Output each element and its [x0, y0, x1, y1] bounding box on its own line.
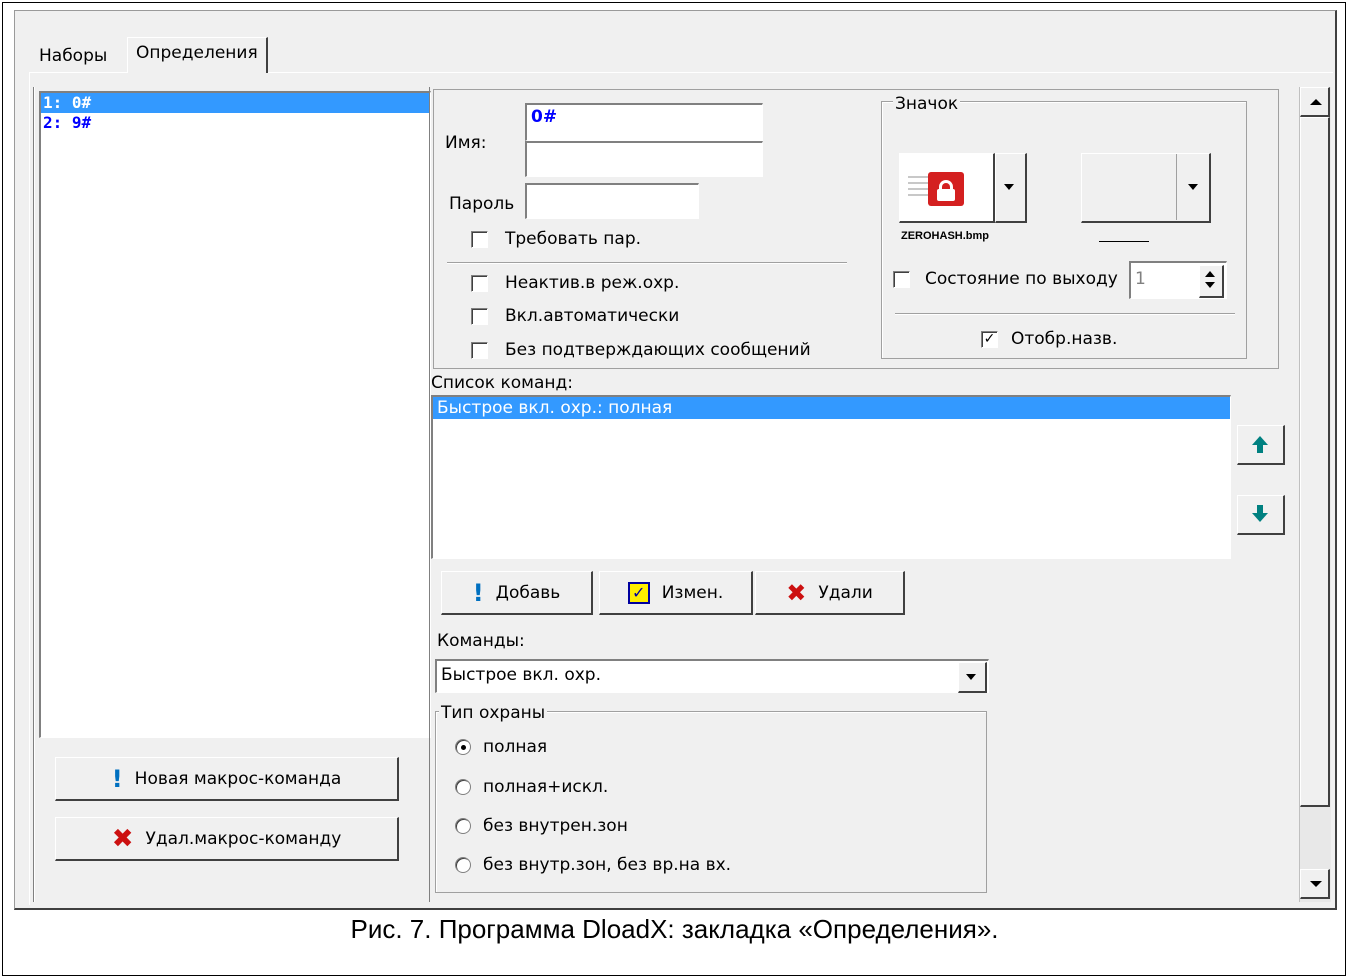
- macro-list[interactable]: 1: 0# 2: 9#: [39, 91, 431, 738]
- inactive-armed-label: Неактив.в реж.охр.: [505, 273, 680, 293]
- name-field-second[interactable]: [525, 141, 763, 177]
- arm-type-option-label: полная: [483, 737, 548, 757]
- scroll-thumb[interactable]: [1300, 117, 1330, 807]
- auto-on-label: Вкл.автоматически: [505, 306, 680, 326]
- macro-list-item[interactable]: 1: 0#: [41, 93, 430, 113]
- arm-type-radio-no-interior-no-delay[interactable]: [455, 857, 471, 873]
- left-divider: [33, 87, 35, 902]
- command-list[interactable]: Быстрое вкл. охр.: полная: [431, 395, 1231, 559]
- dloadx-window: Наборы Определения 1: 0# 2: 9# ! Новая м…: [14, 10, 1337, 910]
- password-field[interactable]: [525, 183, 699, 219]
- arm-type-option-label: полная+искл.: [483, 777, 609, 797]
- chevron-down-icon: [1188, 184, 1198, 190]
- arm-type-option-label: без внутр.зон, без вр.на вх.: [483, 855, 732, 875]
- output-state-spinner[interactable]: 1: [1129, 261, 1227, 299]
- padlock-icon: [928, 172, 964, 206]
- password-label: Пароль: [449, 194, 515, 214]
- icon-group-title: Значок: [893, 94, 961, 114]
- icon-preview[interactable]: [899, 153, 995, 223]
- spinner-arrows-icon[interactable]: [1199, 265, 1224, 298]
- chevron-down-icon: [1310, 881, 1322, 887]
- exclamation-icon: !: [472, 578, 484, 607]
- chevron-down-icon: [1004, 184, 1014, 190]
- chevron-up-icon: [1310, 99, 1322, 105]
- commands-combo-label: Команды:: [437, 631, 525, 651]
- scroll-down-button[interactable]: [1300, 869, 1330, 899]
- output-state-checkbox[interactable]: [893, 271, 910, 288]
- command-list-label: Список команд:: [431, 373, 573, 393]
- name-field[interactable]: 0#: [525, 103, 763, 141]
- require-password-checkbox[interactable]: [471, 231, 488, 248]
- add-button[interactable]: ! Добавь: [441, 571, 593, 615]
- list-item[interactable]: Быстрое вкл. охр.: полная: [433, 397, 1230, 419]
- checkmark-box-icon: ✓: [627, 581, 650, 604]
- scroll-up-button[interactable]: [1300, 87, 1330, 117]
- second-icon-preview[interactable]: [1081, 153, 1211, 223]
- chevron-down-icon: [966, 674, 976, 680]
- vertical-scrollbar[interactable]: [1299, 87, 1331, 902]
- arm-type-radio-no-interior[interactable]: [455, 818, 471, 834]
- separator: [447, 262, 847, 264]
- show-name-checkbox[interactable]: ✓: [981, 331, 998, 348]
- auto-on-checkbox[interactable]: [471, 308, 488, 325]
- no-confirm-checkbox[interactable]: [471, 342, 488, 359]
- name-label: Имя:: [445, 133, 487, 153]
- delete-button[interactable]: ✖ Удали: [755, 571, 905, 615]
- icon-filename: ZEROHASH.bmp: [901, 230, 989, 242]
- arrow-up-icon: [1252, 436, 1268, 445]
- require-password-label: Требовать пар.: [505, 229, 642, 249]
- icon-underline: [1099, 241, 1149, 242]
- macro-list-item[interactable]: 2: 9#: [41, 113, 430, 133]
- arm-type-radio-full[interactable]: [455, 739, 471, 755]
- move-down-button[interactable]: [1237, 495, 1285, 535]
- output-state-label: Состояние по выходу: [925, 269, 1118, 289]
- arm-type-title: Тип охраны: [439, 703, 548, 723]
- icon-dropdown-button[interactable]: [995, 153, 1027, 223]
- new-macro-button[interactable]: ! Новая макрос-команда: [55, 757, 399, 801]
- combo-dropdown-button[interactable]: [958, 662, 987, 693]
- arm-type-option-label: без внутрен.зон: [483, 816, 628, 836]
- arrow-down-icon: [1252, 513, 1268, 522]
- exclamation-icon: !: [111, 764, 123, 793]
- arm-type-radio-full-excl[interactable]: [455, 779, 471, 795]
- inactive-armed-checkbox[interactable]: [471, 275, 488, 292]
- figure-caption: Рис. 7. Программа DloadX: закладка «Опре…: [350, 914, 999, 944]
- move-up-button[interactable]: [1237, 425, 1285, 465]
- show-name-label: Отобр.назв.: [1011, 329, 1118, 349]
- no-confirm-label: Без подтверждающих сообщений: [505, 340, 811, 360]
- separator: [895, 313, 1235, 315]
- commands-combo[interactable]: Быстрое вкл. охр.: [435, 659, 989, 693]
- red-x-icon: ✖: [786, 578, 807, 607]
- tab-sets[interactable]: Наборы: [31, 41, 116, 73]
- red-x-icon: ✖: [111, 823, 134, 854]
- edit-button[interactable]: ✓ Измен.: [599, 571, 753, 615]
- tab-definitions[interactable]: Определения: [127, 37, 268, 73]
- delete-macro-button[interactable]: ✖ Удал.макрос-команду: [55, 817, 399, 861]
